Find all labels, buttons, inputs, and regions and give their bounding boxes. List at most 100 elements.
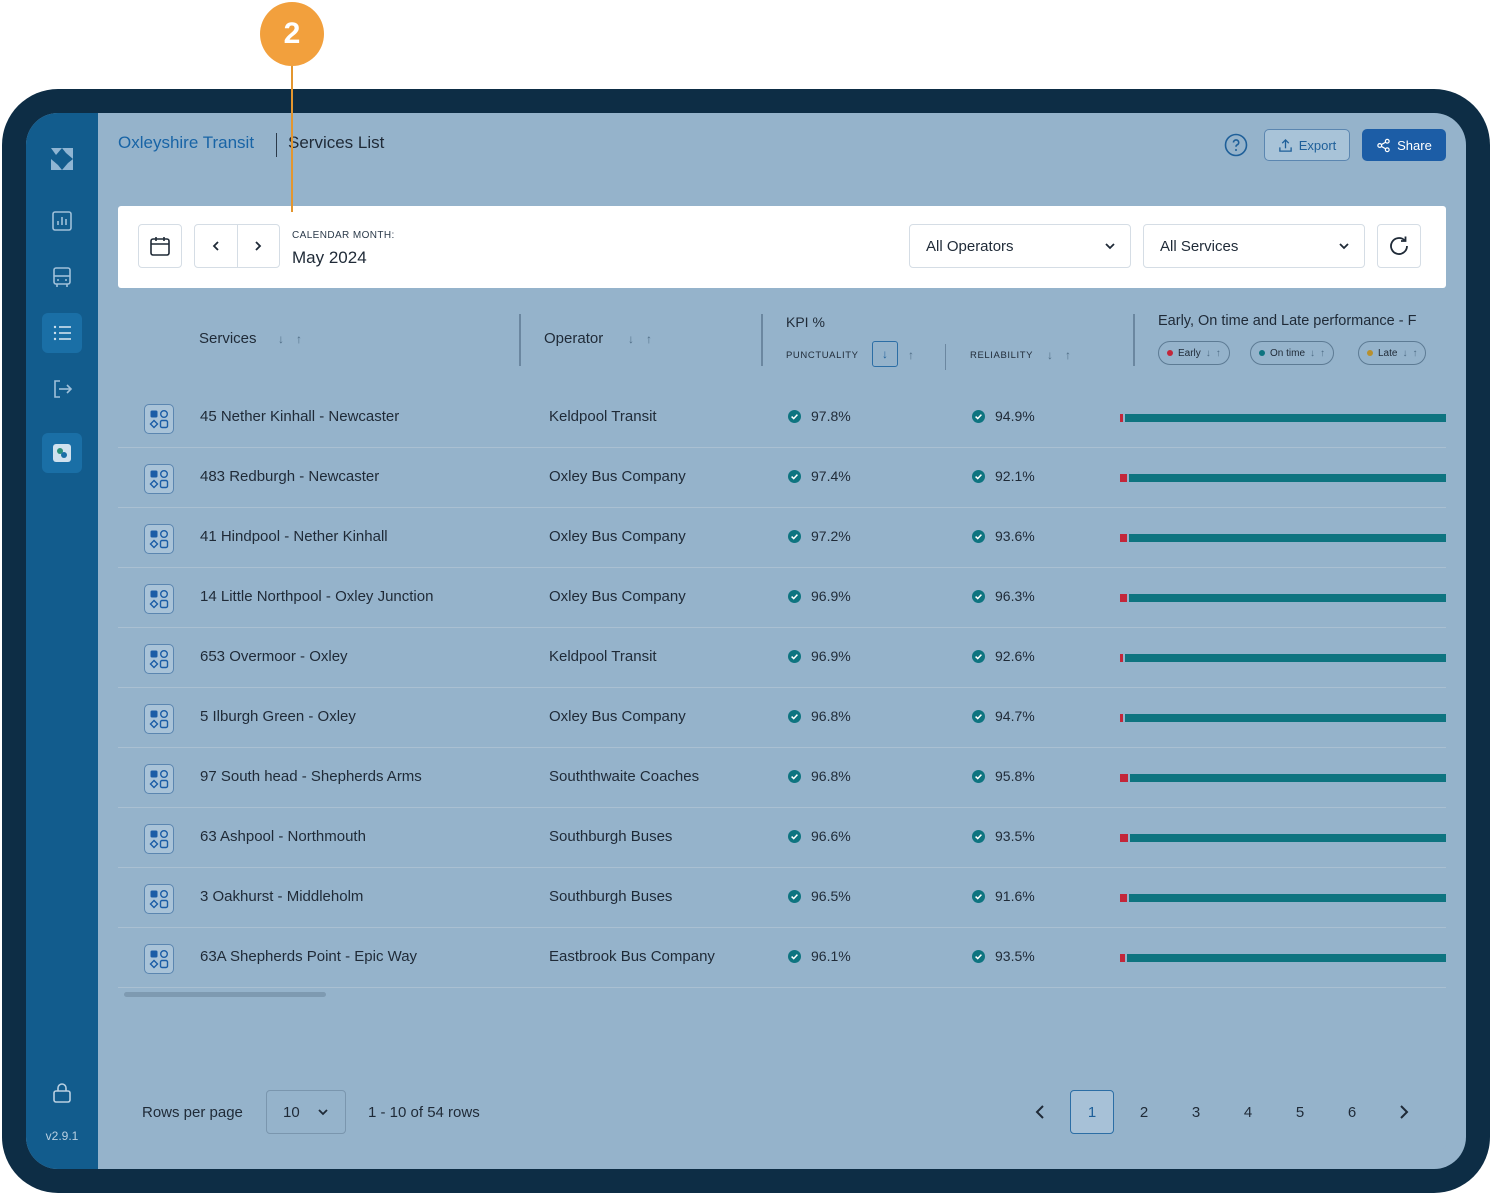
service-icon-button[interactable]	[144, 404, 174, 434]
column-divider[interactable]	[761, 314, 763, 366]
page-number[interactable]: 5	[1278, 1090, 1322, 1134]
chevron-right-icon	[1400, 1105, 1409, 1119]
horizontal-scrollbar[interactable]	[124, 992, 326, 997]
breadcrumb-separator	[276, 133, 277, 157]
calendar-button[interactable]	[138, 224, 182, 268]
service-icon-button[interactable]	[144, 704, 174, 734]
column-divider[interactable]	[519, 314, 521, 366]
export-button[interactable]: Export	[1264, 129, 1350, 161]
service-icon-button[interactable]	[144, 884, 174, 914]
sort-desc-icon[interactable]: ↓	[628, 332, 634, 346]
services-sort[interactable]: ↓ ↑	[278, 332, 302, 346]
service-name[interactable]: 14 Little Northpool - Oxley Junction	[200, 588, 433, 605]
chevron-left-icon	[212, 241, 219, 251]
check-icon	[972, 829, 985, 843]
service-name[interactable]: 97 South head - Shepherds Arms	[200, 768, 422, 785]
chip-early-label: Early	[1178, 347, 1201, 359]
service-name[interactable]: 653 Overmoor - Oxley	[200, 648, 348, 665]
table-row[interactable]: 41 Hindpool - Nether Kinhall Oxley Bus Co…	[118, 508, 1446, 568]
early-dot	[1167, 350, 1173, 356]
refresh-button[interactable]	[1377, 224, 1421, 268]
page-number[interactable]: 6	[1330, 1090, 1374, 1134]
sort-asc-icon[interactable]: ↑	[908, 348, 914, 367]
service-icon-button[interactable]	[144, 824, 174, 854]
table-row[interactable]: 14 Little Northpool - Oxley Junction Oxle…	[118, 568, 1446, 628]
page-number[interactable]: 3	[1174, 1090, 1218, 1134]
next-page-button[interactable]	[1382, 1090, 1426, 1134]
punctuality-text: 96.5%	[811, 888, 851, 904]
service-icon-button[interactable]	[144, 644, 174, 674]
breadcrumb-org[interactable]: Oxleyshire Transit	[118, 133, 254, 153]
service-icon-button[interactable]	[144, 764, 174, 794]
service-name[interactable]: 63A Shepherds Point - Epic Way	[200, 948, 417, 965]
next-month-button[interactable]	[238, 225, 280, 267]
sort-desc-icon[interactable]: ↓	[1047, 348, 1053, 362]
service-name[interactable]: 45 Nether Kinhall - Newcaster	[200, 408, 399, 425]
table-row[interactable]: 63 Ashpool - Northmouth Southburgh Buses 9…	[118, 808, 1446, 868]
table-row[interactable]: 45 Nether Kinhall - Newcaster Keldpool Tr…	[118, 388, 1446, 448]
sort-asc-icon[interactable]: ↑	[296, 332, 302, 346]
sidebar-item-app[interactable]	[42, 433, 82, 473]
page-number[interactable]: 1	[1070, 1090, 1114, 1134]
column-divider[interactable]	[1133, 314, 1135, 366]
performance-bar	[1120, 534, 1446, 542]
sort-asc-icon[interactable]: ↑	[1320, 348, 1325, 359]
sidebar-item-logout[interactable]	[42, 369, 82, 409]
sort-desc-active-icon[interactable]: ↓	[872, 341, 898, 367]
table-row[interactable]: 653 Overmoor - Oxley Keldpool Transit 96.9…	[118, 628, 1446, 688]
sort-desc-icon[interactable]: ↓	[1310, 348, 1315, 359]
service-name[interactable]: 41 Hindpool - Nether Kinhall	[200, 528, 388, 545]
table-row[interactable]: 63A Shepherds Point - Epic Way Eastbrook …	[118, 928, 1446, 988]
sidebar-item-analytics[interactable]	[42, 201, 82, 241]
table-footer: Rows per page 10 1 - 10 of 54 rows 12345…	[118, 1088, 1446, 1138]
column-divider	[945, 344, 946, 370]
chip-early[interactable]: Early ↓ ↑	[1158, 341, 1230, 365]
share-button[interactable]: Share	[1362, 129, 1446, 161]
service-icon-button[interactable]	[144, 944, 174, 974]
sidebar-item-services-list[interactable]	[42, 313, 82, 353]
table-row[interactable]: 97 South head - Shepherds Arms Souththwai…	[118, 748, 1446, 808]
reliability-sort[interactable]: ↓ ↑	[1047, 348, 1071, 362]
table-row[interactable]: 5 Ilburgh Green - Oxley Oxley Bus Company…	[118, 688, 1446, 748]
operator-sort[interactable]: ↓ ↑	[628, 332, 652, 346]
services-select[interactable]: All Services	[1143, 224, 1365, 268]
help-icon[interactable]	[1224, 133, 1248, 157]
service-icon-button[interactable]	[144, 584, 174, 614]
punctuality-value: 96.5%	[788, 888, 851, 904]
lock-icon[interactable]	[50, 1081, 74, 1105]
rows-per-page-select[interactable]: 10	[266, 1090, 346, 1134]
table-row[interactable]: 483 Redburgh - Newcaster Oxley Bus Compan…	[118, 448, 1446, 508]
sidebar-item-vehicles[interactable]	[42, 257, 82, 297]
sort-desc-icon[interactable]: ↓	[1206, 348, 1211, 359]
operators-select[interactable]: All Operators	[909, 224, 1131, 268]
punctuality-text: 96.8%	[811, 708, 851, 724]
punctuality-sort[interactable]: ↓ ↑	[872, 341, 914, 367]
on-time-segment	[1130, 774, 1446, 782]
chip-on-time[interactable]: On time ↓ ↑	[1250, 341, 1335, 365]
service-icon-button[interactable]	[144, 524, 174, 554]
service-icon	[149, 890, 169, 909]
header-reliability: RELIABILITY	[970, 350, 1034, 361]
service-name[interactable]: 3 Oakhurst - Middleholm	[200, 888, 363, 905]
service-name[interactable]: 5 Ilburgh Green - Oxley	[200, 708, 356, 725]
service-name[interactable]: 483 Redburgh - Newcaster	[200, 468, 379, 485]
previous-page-button[interactable]	[1018, 1090, 1062, 1134]
reliability-value: 92.6%	[972, 648, 1035, 664]
chip-late[interactable]: Late ↓ ↑	[1358, 341, 1427, 365]
logo-icon	[51, 148, 73, 170]
sort-desc-icon[interactable]: ↓	[278, 332, 284, 346]
sort-asc-icon[interactable]: ↑	[1065, 348, 1071, 362]
on-time-segment	[1129, 594, 1446, 602]
page-number[interactable]: 2	[1122, 1090, 1166, 1134]
service-icon-button[interactable]	[144, 464, 174, 494]
service-name[interactable]: 63 Ashpool - Northmouth	[200, 828, 366, 845]
sort-asc-icon[interactable]: ↑	[646, 332, 652, 346]
check-icon	[788, 889, 801, 903]
sort-asc-icon[interactable]: ↑	[1216, 348, 1221, 359]
sort-asc-icon[interactable]: ↑	[1412, 348, 1417, 359]
table-row[interactable]: 3 Oakhurst - Middleholm Southburgh Buses 9…	[118, 868, 1446, 928]
previous-month-button[interactable]	[195, 225, 238, 267]
sort-desc-icon[interactable]: ↓	[1402, 348, 1407, 359]
page-number[interactable]: 4	[1226, 1090, 1270, 1134]
service-icon	[149, 650, 169, 669]
